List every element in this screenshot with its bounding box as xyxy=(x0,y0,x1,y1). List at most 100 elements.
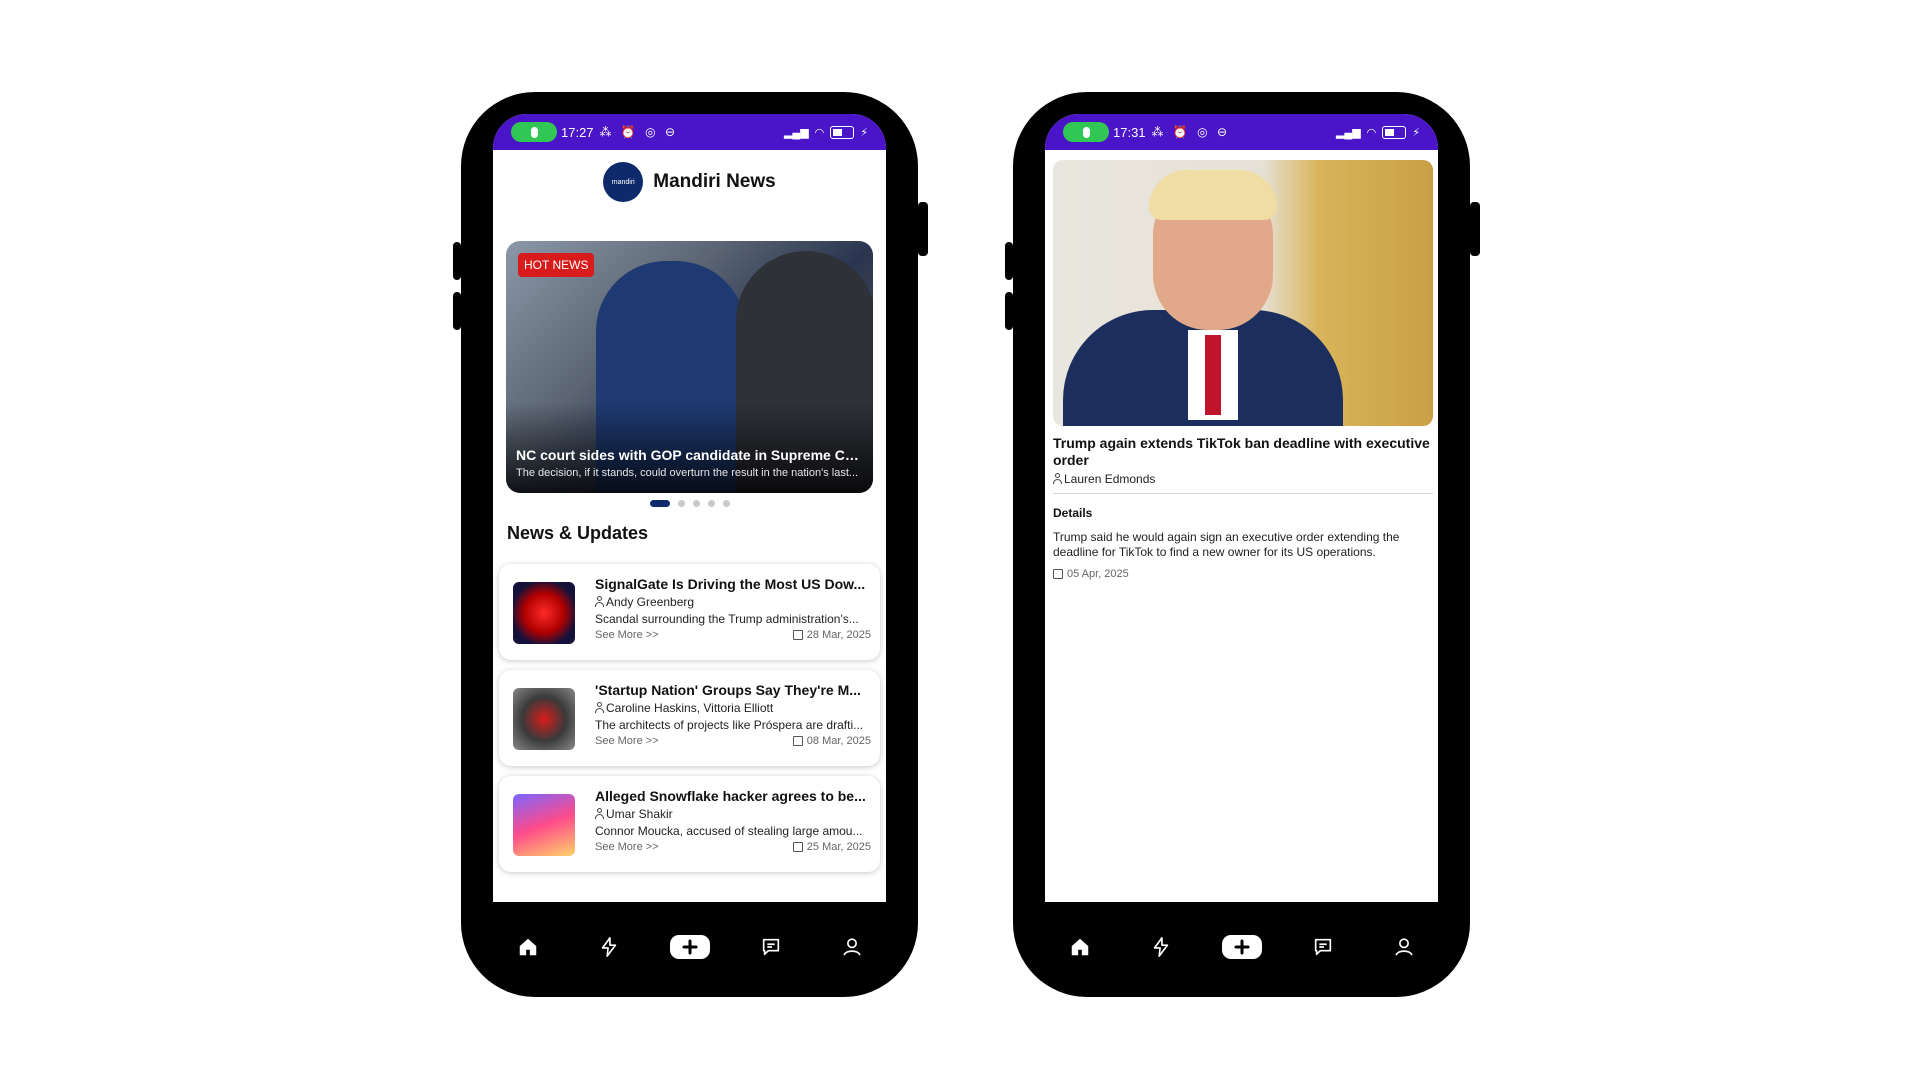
bolt-icon xyxy=(601,937,616,957)
wifi-icon: ◠ xyxy=(1366,126,1377,139)
news-card[interactable]: Alleged Snowflake hacker agrees to be...… xyxy=(499,776,880,872)
person-icon xyxy=(1053,473,1062,484)
news-card[interactable]: SignalGate Is Driving the Most US Dow...… xyxy=(499,564,880,660)
hero-carousel-slide[interactable]: HOT NEWS NC court sides with GOP candida… xyxy=(506,241,873,493)
article-title: Trump again extends TikTok ban deadline … xyxy=(1053,435,1430,468)
article-image xyxy=(1053,160,1433,426)
news-thumbnail xyxy=(513,794,575,856)
signal-icon: ▂▄▆ xyxy=(783,126,809,139)
calendar-icon xyxy=(792,736,803,746)
power-button xyxy=(1470,202,1480,256)
nav-profile[interactable] xyxy=(1382,925,1426,969)
carousel-dot[interactable] xyxy=(692,500,700,507)
carousel-dot-active[interactable] xyxy=(649,500,670,507)
profile-icon xyxy=(842,938,861,956)
status-time: 17:27 xyxy=(561,124,594,140)
home-icon xyxy=(1071,938,1088,956)
chat-icon xyxy=(1314,938,1331,956)
news-description: Scandal surrounding the Trump administra… xyxy=(595,612,859,626)
status-icons: ⁂ ⏰ ◎ ⊖ xyxy=(1151,125,1231,139)
battery-icon xyxy=(830,125,855,139)
nav-profile[interactable] xyxy=(830,925,874,969)
see-more-link[interactable]: See More >> xyxy=(595,735,659,747)
calendar-icon xyxy=(792,630,803,640)
news-date-text: 25 Mar, 2025 xyxy=(806,841,871,853)
nav-messages[interactable] xyxy=(749,925,793,969)
news-date-text: 28 Mar, 2025 xyxy=(806,629,871,641)
person-icon xyxy=(595,702,604,713)
news-thumbnail xyxy=(513,582,575,644)
nav-home[interactable] xyxy=(506,925,550,969)
details-heading: Details xyxy=(1053,506,1093,520)
bottom-nav xyxy=(1013,897,1470,997)
app-header: mandiri Mandiri News xyxy=(493,156,886,208)
news-description: The architects of projects like Próspera… xyxy=(595,718,864,732)
nav-trending[interactable] xyxy=(1139,925,1183,969)
wifi-icon: ◠ xyxy=(814,126,825,139)
section-title: News & Updates xyxy=(507,523,649,543)
phone-frame-article: 17:31 ⁂ ⏰ ◎ ⊖ ▂▄▆ ◠ ⚡ Trump again extend… xyxy=(1005,92,1480,997)
nav-add[interactable] xyxy=(668,925,712,969)
carousel-dot[interactable] xyxy=(677,500,685,507)
chat-icon xyxy=(762,938,779,956)
nav-home[interactable] xyxy=(1058,925,1102,969)
news-title: 'Startup Nation' Groups Say They're M... xyxy=(595,682,861,698)
nav-trending[interactable] xyxy=(587,925,631,969)
news-title: SignalGate Is Driving the Most US Dow... xyxy=(595,576,866,592)
hero-subtitle: The decision, if it stands, could overtu… xyxy=(516,467,859,479)
hero-title: NC court sides with GOP candidate in Sup… xyxy=(516,447,866,463)
article-author-name: Lauren Edmonds xyxy=(1064,472,1156,486)
signal-icon: ▂▄▆ xyxy=(1335,126,1361,139)
nav-messages[interactable] xyxy=(1301,925,1345,969)
add-icon xyxy=(669,935,710,959)
mic-indicator-icon xyxy=(511,122,557,142)
see-more-link[interactable]: See More >> xyxy=(595,629,659,641)
article-date: 05 Apr, 2025 xyxy=(1053,568,1129,580)
side-button xyxy=(453,292,461,330)
news-description: Connor Moucka, accused of stealing large… xyxy=(595,824,863,838)
power-button xyxy=(918,202,928,256)
news-date-text: 08 Mar, 2025 xyxy=(806,735,871,747)
news-card[interactable]: 'Startup Nation' Groups Say They're M...… xyxy=(499,670,880,766)
nav-add[interactable] xyxy=(1220,925,1264,969)
app-title: Mandiri News xyxy=(653,171,776,192)
carousel-dot[interactable] xyxy=(722,500,730,507)
person-icon xyxy=(595,596,604,607)
charging-icon: ⚡ xyxy=(860,126,868,139)
article-screen: 17:31 ⁂ ⏰ ◎ ⊖ ▂▄▆ ◠ ⚡ Trump again extend… xyxy=(1045,114,1438,902)
news-author: Umar Shakir xyxy=(595,807,871,821)
calendar-icon xyxy=(1053,569,1063,579)
article-author: Lauren Edmonds xyxy=(1053,472,1155,486)
news-author-name: Andy Greenberg xyxy=(606,595,695,609)
profile-icon xyxy=(1394,938,1413,956)
news-date: 25 Mar, 2025 xyxy=(792,841,871,853)
news-thumbnail xyxy=(513,688,575,750)
article-date-text: 05 Apr, 2025 xyxy=(1067,568,1129,580)
mic-indicator-icon xyxy=(1063,122,1109,142)
side-button xyxy=(1005,292,1013,330)
status-icons: ⁂ ⏰ ◎ ⊖ xyxy=(599,125,679,139)
add-icon xyxy=(1221,935,1262,959)
bottom-nav xyxy=(461,897,918,997)
image-figure xyxy=(1205,335,1221,415)
bolt-icon xyxy=(1153,937,1168,957)
home-screen: 17:27 ⁂ ⏰ ◎ ⊖ ▂▄▆ ◠ ⚡ mandiri Mandiri Ne… xyxy=(493,114,886,902)
battery-icon xyxy=(1382,125,1407,139)
hot-news-badge: HOT NEWS xyxy=(518,253,595,277)
person-icon xyxy=(595,808,604,819)
carousel-indicator xyxy=(493,500,886,507)
news-author: Andy Greenberg xyxy=(595,595,871,609)
carousel-dot[interactable] xyxy=(707,500,715,507)
status-time: 17:31 xyxy=(1113,124,1146,140)
side-button xyxy=(1005,242,1013,280)
image-figure xyxy=(1149,170,1277,220)
phone-frame-home: 17:27 ⁂ ⏰ ◎ ⊖ ▂▄▆ ◠ ⚡ mandiri Mandiri Ne… xyxy=(453,92,928,997)
news-date: 28 Mar, 2025 xyxy=(792,629,871,641)
news-author-name: Umar Shakir xyxy=(606,807,673,821)
news-author-name: Caroline Haskins, Vittoria Elliott xyxy=(606,701,774,715)
app-logo: mandiri xyxy=(603,162,644,202)
status-bar: 17:27 ⁂ ⏰ ◎ ⊖ ▂▄▆ ◠ ⚡ xyxy=(493,114,886,150)
home-icon xyxy=(519,938,536,956)
status-bar: 17:31 ⁂ ⏰ ◎ ⊖ ▂▄▆ ◠ ⚡ xyxy=(1045,114,1438,150)
see-more-link[interactable]: See More >> xyxy=(595,841,659,853)
